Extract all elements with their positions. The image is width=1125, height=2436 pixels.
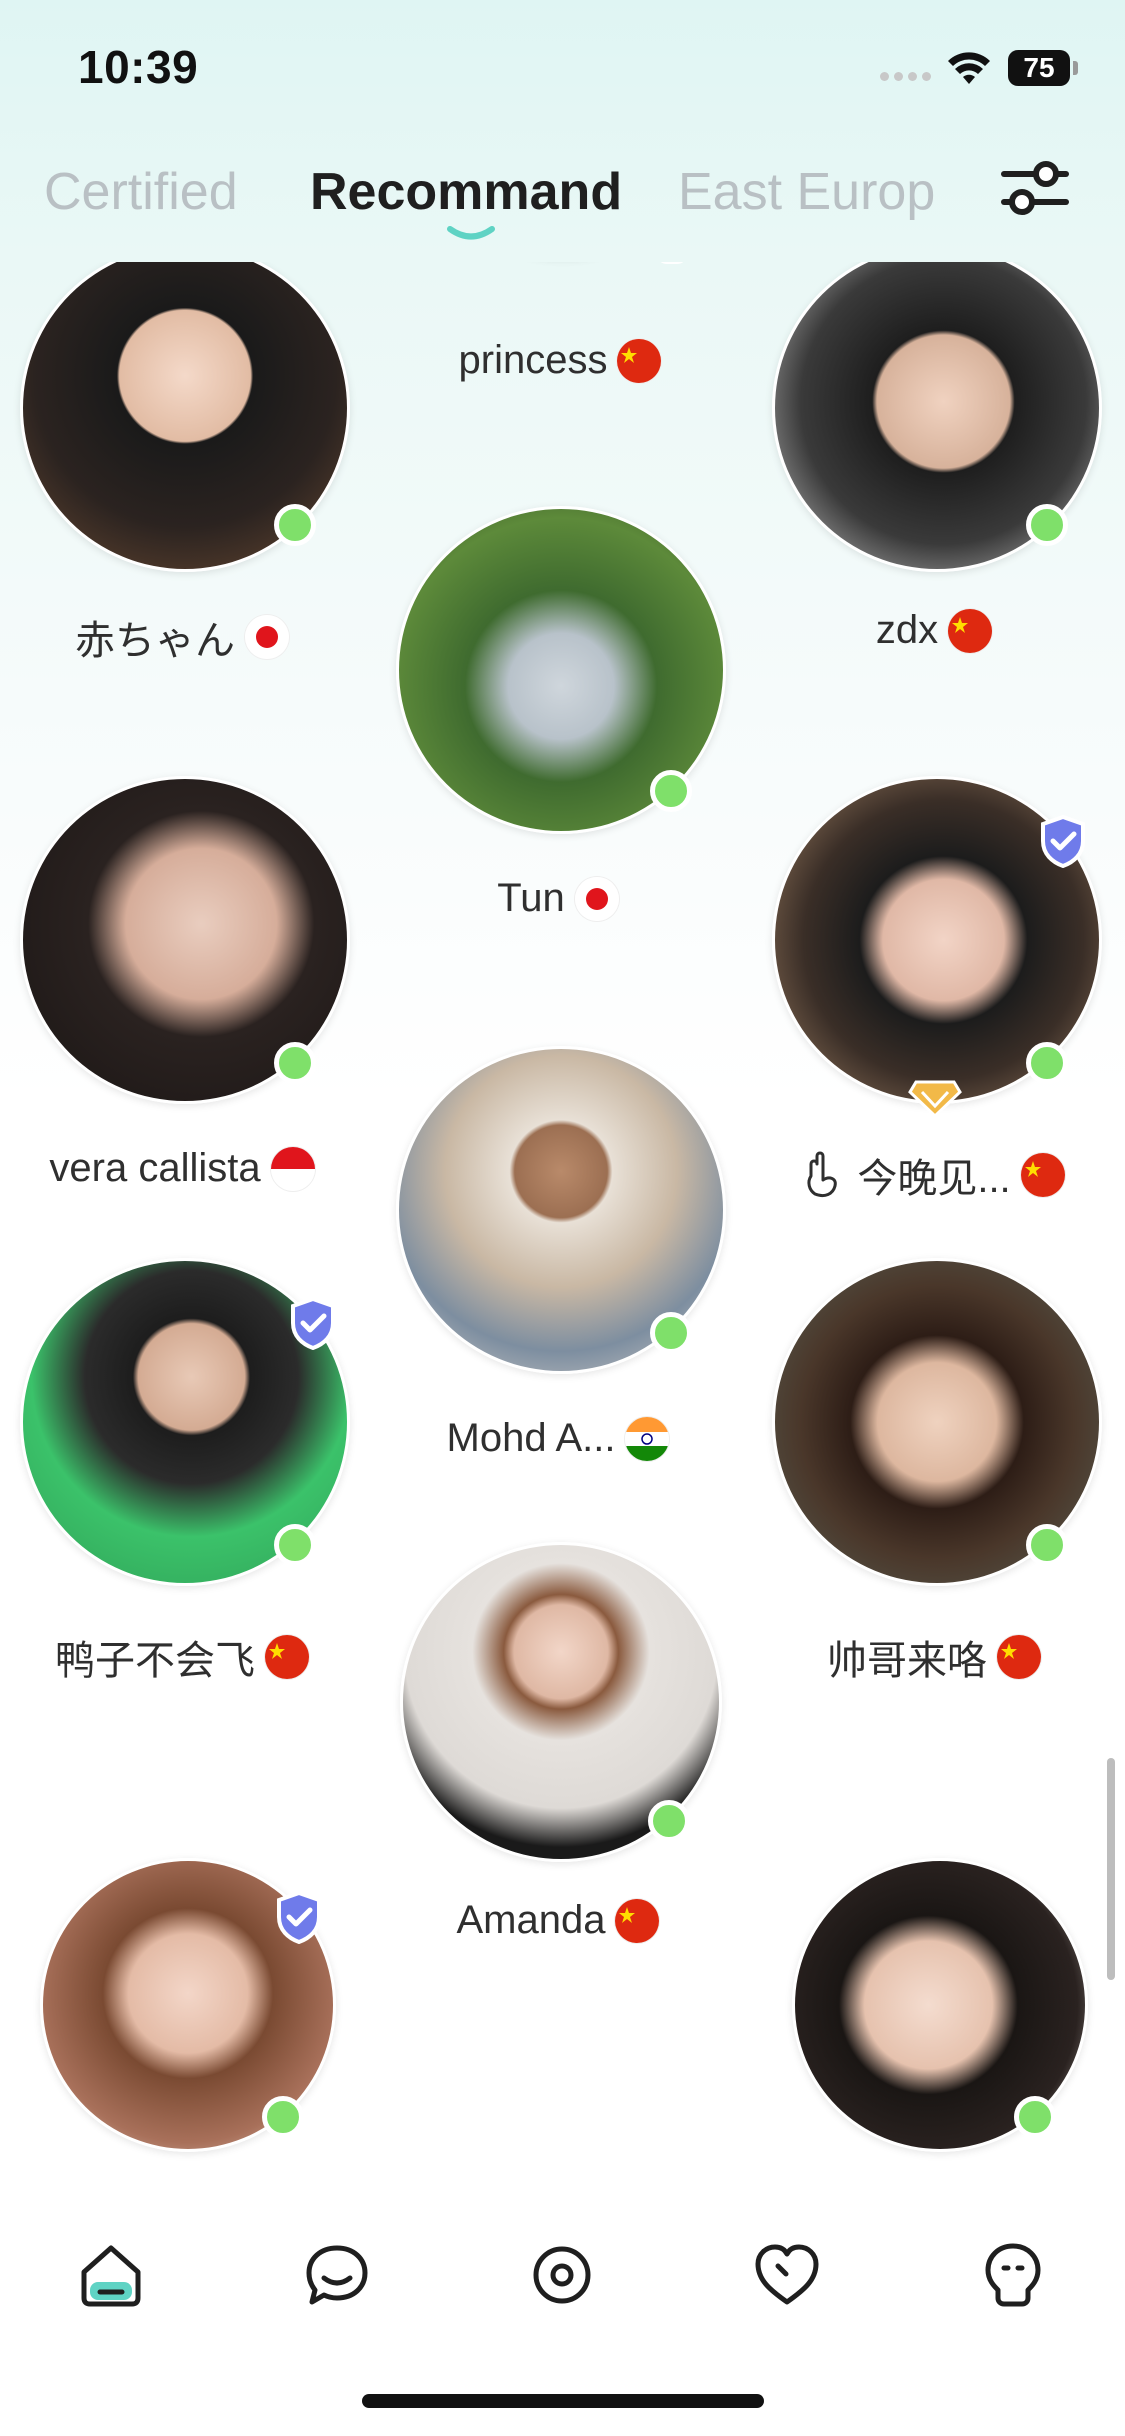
- home-icon[interactable]: [76, 2240, 146, 2310]
- user-name-text: 鸭子不会飞: [55, 1639, 255, 1683]
- japan-flag-icon: [574, 876, 619, 921]
- china-flag-icon: [948, 608, 993, 653]
- verified-shield-icon: [277, 1890, 321, 1944]
- user-name-text: vera callista: [49, 1146, 261, 1190]
- user-name-text: Mohd A...: [446, 1416, 616, 1460]
- battery-icon: 75: [1008, 50, 1070, 86]
- china-flag-icon: [1020, 1153, 1065, 1197]
- scrollbar[interactable]: [1107, 1758, 1115, 1980]
- hand-icon: [807, 1151, 838, 1198]
- china-flag-icon: [617, 338, 662, 383]
- online-indicator: [274, 1524, 316, 1566]
- verified-shield-icon: [1041, 814, 1085, 868]
- user-name: princess: [400, 338, 720, 383]
- user-name: Mohd A...: [396, 1416, 720, 1461]
- user-name-text: 今晚见...: [857, 1157, 1011, 1201]
- user-name-text: Amanda: [456, 1898, 606, 1942]
- japan-flag-icon: [245, 615, 289, 659]
- china-flag-icon: [615, 1898, 660, 1943]
- user-name: Amanda: [400, 1898, 716, 1943]
- user-name: Tun: [396, 876, 720, 921]
- user-name: 帅哥来咯: [772, 1628, 1096, 1686]
- online-indicator: [1026, 504, 1068, 546]
- verified-shield-icon: [291, 1296, 335, 1350]
- user-name: vera callista: [10, 1146, 354, 1191]
- online-indicator: [274, 1042, 316, 1084]
- online-indicator: [648, 1800, 690, 1842]
- user-name: 赤ちゃん: [20, 608, 344, 666]
- target-icon[interactable]: [527, 2240, 597, 2310]
- user-name-text: 帅哥来咯: [827, 1639, 987, 1683]
- online-indicator: [274, 504, 316, 546]
- online-indicator: [262, 2096, 304, 2138]
- online-indicator: [1026, 1042, 1068, 1084]
- online-indicator: [650, 770, 692, 812]
- bulb-face-icon[interactable]: [978, 2240, 1048, 2310]
- user-name-text: 赤ちゃん: [75, 619, 235, 663]
- china-flag-icon: [265, 1635, 309, 1679]
- active-tab-indicator: [447, 226, 495, 240]
- user-name: zdx: [772, 608, 1096, 653]
- app-screen: 10:39 75 Certified Recommand East Europ …: [0, 0, 1125, 2436]
- online-indicator: [656, 262, 688, 264]
- user-name: 鸭子不会飞: [20, 1628, 344, 1686]
- user-name: 今晚见...: [772, 1146, 1096, 1204]
- home-indicator: [362, 2394, 764, 2408]
- cellular-signal-icon: [880, 72, 936, 84]
- tab-east-europe[interactable]: East Europ: [678, 162, 935, 222]
- online-indicator: [1014, 2096, 1056, 2138]
- wifi-icon: [948, 52, 990, 84]
- user-name-text: zdx: [875, 608, 939, 652]
- chat-bubble-icon[interactable]: [302, 2240, 372, 2310]
- bottom-navigation: [0, 2200, 1125, 2330]
- user-name-text: princess: [458, 338, 608, 382]
- battery-tip: [1073, 61, 1078, 75]
- user-grid: princess 赤ちゃん zdx Tun vera callista 今晚见.…: [0, 262, 1125, 2162]
- sliders-icon[interactable]: [1000, 156, 1070, 218]
- indonesia-flag-icon: [270, 1146, 315, 1191]
- online-indicator: [650, 1312, 692, 1354]
- china-flag-icon: [997, 1635, 1041, 1679]
- status-time: 10:39: [78, 41, 199, 93]
- user-name-text: Tun: [497, 876, 565, 920]
- tab-certified[interactable]: Certified: [44, 162, 238, 222]
- online-indicator: [1026, 1524, 1068, 1566]
- heart-icon[interactable]: [752, 2240, 822, 2310]
- tab-recommand[interactable]: Recommand: [310, 162, 622, 222]
- diamond-vip-icon: [908, 1080, 962, 1118]
- india-flag-icon: [625, 1416, 670, 1461]
